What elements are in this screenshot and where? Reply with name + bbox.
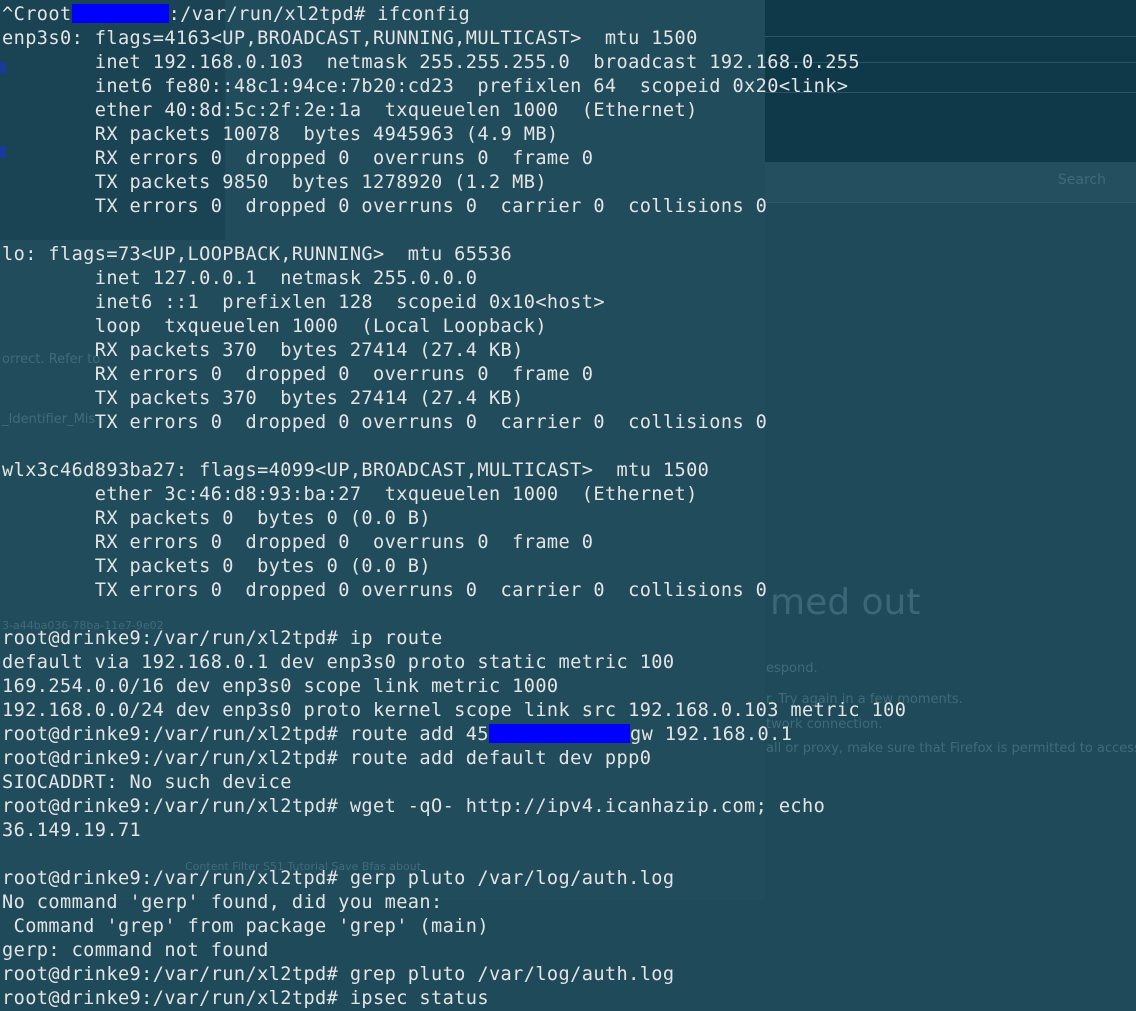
terminal-text: TX errors 0 dropped 0 overruns 0 carrier…: [2, 196, 768, 217]
redaction-box: [488, 724, 630, 743]
terminal-line: inet 127.0.0.1 netmask 255.0.0.0: [2, 267, 1136, 291]
terminal-text: 169.254.0.0/16 dev enp3s0 scope link met…: [2, 676, 559, 697]
terminal-line: enp3s0: flags=4163<UP,BROADCAST,RUNNING,…: [2, 27, 1136, 51]
terminal-text: 192.168.0.0/24 dev enp3s0 proto kernel s…: [2, 700, 907, 721]
terminal-text: root@drinke9:/var/run/xl2tpd# ip route: [2, 628, 443, 649]
terminal-line: RX errors 0 dropped 0 overruns 0 frame 0: [2, 147, 1136, 171]
terminal-line: default via 192.168.0.1 dev enp3s0 proto…: [2, 651, 1136, 675]
terminal-line: inet6 ::1 prefixlen 128 scopeid 0x10<hos…: [2, 291, 1136, 315]
terminal-line: RX packets 0 bytes 0 (0.0 B): [2, 507, 1136, 531]
terminal-text: ether 40:8d:5c:2f:2e:1a txqueuelen 1000 …: [2, 100, 698, 121]
terminal-line: TX packets 370 bytes 27414 (27.4 KB): [2, 387, 1136, 411]
terminal-line: TX errors 0 dropped 0 overruns 0 carrier…: [2, 411, 1136, 435]
terminal-line: root@drinke9:/var/run/xl2tpd# gerp pluto…: [2, 867, 1136, 891]
terminal-text: Command 'grep' from package 'grep' (main…: [2, 916, 489, 937]
terminal-output[interactable]: ^Croot :/var/run/xl2tpd# ifconfig enp3s0: …: [2, 3, 1136, 1011]
terminal-text: RX packets 0 bytes 0 (0.0 B): [2, 508, 431, 529]
terminal-line: 192.168.0.0/24 dev enp3s0 proto kernel s…: [2, 699, 1136, 723]
terminal-text: inet6 ::1 prefixlen 128 scopeid 0x10<hos…: [2, 292, 605, 313]
terminal-text: gw 192.168.0.1: [629, 724, 793, 745]
terminal-text: gerp: command not found: [2, 940, 269, 961]
terminal-line: root@drinke9:/var/run/xl2tpd# route add …: [2, 723, 1136, 747]
terminal-line: TX packets 9850 bytes 1278920 (1.2 MB): [2, 171, 1136, 195]
terminal-text: RX errors 0 dropped 0 overruns 0 frame 0: [2, 148, 594, 169]
terminal-line: ether 3c:46:d8:93:ba:27 txqueuelen 1000 …: [2, 483, 1136, 507]
terminal-text: loop txqueuelen 1000 (Local Loopback): [2, 316, 547, 337]
terminal-text: root@drinke9:/var/run/xl2tpd# route add …: [2, 748, 652, 769]
terminal-line: lo: flags=73<UP,LOOPBACK,RUNNING> mtu 65…: [2, 243, 1136, 267]
terminal-text: root@drinke9:/var/run/xl2tpd# gerp pluto…: [2, 868, 675, 889]
terminal-text: 36.149.19.71: [2, 820, 142, 841]
terminal-line: RX packets 10078 bytes 4945963 (4.9 MB): [2, 123, 1136, 147]
terminal-text: root@drinke9:/var/run/xl2tpd# route add …: [2, 724, 489, 745]
terminal-line: 169.254.0.0/16 dev enp3s0 scope link met…: [2, 675, 1136, 699]
terminal-line: inet6 fe80::48c1:94ce:7b20:cd23 prefixle…: [2, 75, 1136, 99]
terminal-text: SIOCADDRT: No such device: [2, 772, 292, 793]
terminal-text: TX errors 0 dropped 0 overruns 0 carrier…: [2, 412, 768, 433]
terminal-text: inet6 fe80::48c1:94ce:7b20:cd23 prefixle…: [2, 76, 849, 97]
terminal-line: wlx3c46d893ba27: flags=4099<UP,BROADCAST…: [2, 459, 1136, 483]
terminal-line: No command 'gerp' found, did you mean:: [2, 891, 1136, 915]
terminal-line: RX packets 370 bytes 27414 (27.4 KB): [2, 339, 1136, 363]
terminal-text: inet 127.0.0.1 netmask 255.0.0.0: [2, 268, 478, 289]
terminal-line: TX errors 0 dropped 0 overruns 0 carrier…: [2, 195, 1136, 219]
terminal-text: TX packets 0 bytes 0 (0.0 B): [2, 556, 431, 577]
terminal-text: RX errors 0 dropped 0 overruns 0 frame 0: [2, 532, 594, 553]
terminal-line: ^Croot :/var/run/xl2tpd# ifconfig: [2, 3, 1136, 27]
terminal-text: ether 3c:46:d8:93:ba:27 txqueuelen 1000 …: [2, 484, 698, 505]
terminal-line: SIOCADDRT: No such device: [2, 771, 1136, 795]
terminal-line: gerp: command not found: [2, 939, 1136, 963]
terminal-text: default via 192.168.0.1 dev enp3s0 proto…: [2, 652, 675, 673]
terminal-text: TX errors 0 dropped 0 overruns 0 carrier…: [2, 580, 768, 601]
terminal-line: ether 40:8d:5c:2f:2e:1a txqueuelen 1000 …: [2, 99, 1136, 123]
terminal-text: RX packets 10078 bytes 4945963 (4.9 MB): [2, 124, 559, 145]
terminal-text: wlx3c46d893ba27: flags=4099<UP,BROADCAST…: [2, 460, 710, 481]
terminal-line: root@drinke9:/var/run/xl2tpd# ip route: [2, 627, 1136, 651]
terminal-text: ^Croot: [2, 4, 72, 25]
terminal-line: root@drinke9:/var/run/xl2tpd# ipsec stat…: [2, 987, 1136, 1011]
terminal-text: RX errors 0 dropped 0 overruns 0 frame 0: [2, 364, 594, 385]
terminal-text: No command 'gerp' found, did you mean:: [2, 892, 443, 913]
terminal-line: TX errors 0 dropped 0 overruns 0 carrier…: [2, 579, 1136, 603]
terminal-line: 36.149.19.71: [2, 819, 1136, 843]
redaction-box: [71, 4, 169, 23]
terminal-text: root@drinke9:/var/run/xl2tpd# wget -qO- …: [2, 796, 826, 817]
terminal-line: Command 'grep' from package 'grep' (main…: [2, 915, 1136, 939]
terminal-line: loop txqueuelen 1000 (Local Loopback): [2, 315, 1136, 339]
terminal-line: root@drinke9:/var/run/xl2tpd# route add …: [2, 747, 1136, 771]
terminal-text: :/var/run/xl2tpd# ifconfig: [168, 4, 471, 25]
terminal-line: RX errors 0 dropped 0 overruns 0 frame 0: [2, 363, 1136, 387]
terminal-text: TX packets 9850 bytes 1278920 (1.2 MB): [2, 172, 547, 193]
terminal-line: inet 192.168.0.103 netmask 255.255.255.0…: [2, 51, 1136, 75]
terminal-line: root@drinke9:/var/run/xl2tpd# wget -qO- …: [2, 795, 1136, 819]
terminal-line: root@drinke9:/var/run/xl2tpd# grep pluto…: [2, 963, 1136, 987]
terminal-text: lo: flags=73<UP,LOOPBACK,RUNNING> mtu 65…: [2, 244, 513, 265]
terminal-text: root@drinke9:/var/run/xl2tpd# grep pluto…: [2, 964, 675, 985]
terminal-line: TX packets 0 bytes 0 (0.0 B): [2, 555, 1136, 579]
terminal-text: root@drinke9:/var/run/xl2tpd# ipsec stat…: [2, 988, 489, 1009]
terminal-text: inet 192.168.0.103 netmask 255.255.255.0…: [2, 52, 860, 73]
terminal-text: TX packets 370 bytes 27414 (27.4 KB): [2, 388, 524, 409]
terminal-text: enp3s0: flags=4163<UP,BROADCAST,RUNNING,…: [2, 28, 698, 49]
terminal-text: RX packets 370 bytes 27414 (27.4 KB): [2, 340, 524, 361]
terminal-line: RX errors 0 dropped 0 overruns 0 frame 0: [2, 531, 1136, 555]
